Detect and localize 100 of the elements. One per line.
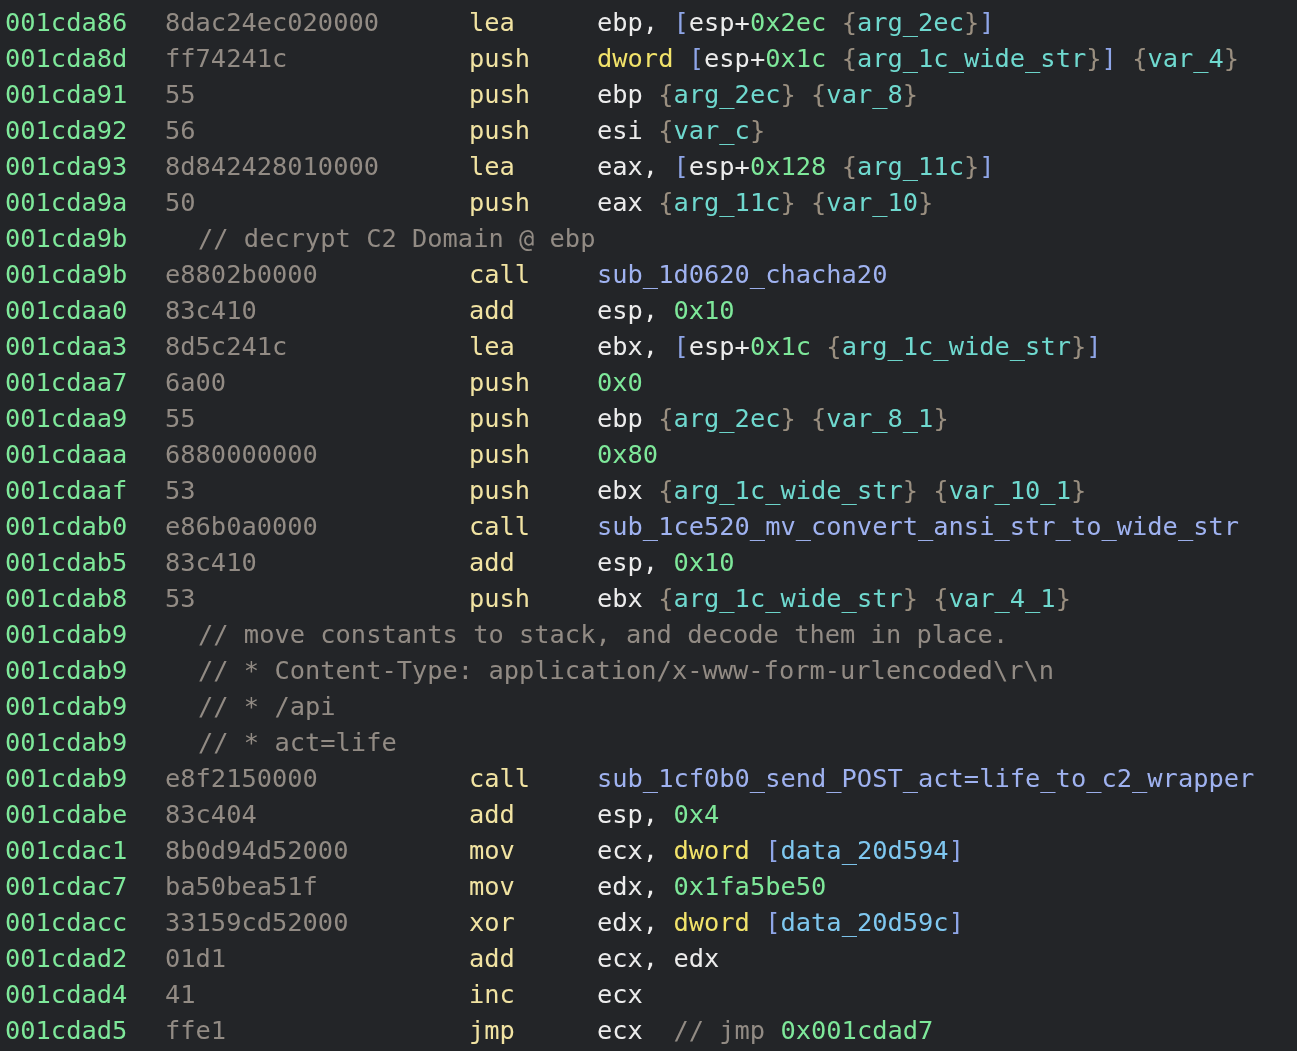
mnemonic-text: jmp bbox=[469, 1015, 515, 1045]
address-text: 001cdac1 bbox=[5, 835, 128, 865]
bytes-text: 8b0d94d52000 bbox=[165, 835, 349, 865]
mnemonic-text: mov bbox=[469, 835, 515, 865]
operand-text: 0x0 bbox=[597, 367, 643, 397]
bytes-text: 83c410 bbox=[165, 295, 257, 325]
operand-text: esi {var_c} bbox=[597, 115, 766, 145]
address-text: 001cdabe bbox=[5, 799, 128, 829]
mnemonic-text: push bbox=[469, 79, 531, 109]
mnemonic-text: push bbox=[469, 583, 531, 613]
address-text: 001cdab9 bbox=[5, 727, 128, 757]
address-text: 001cdaa7 bbox=[5, 367, 128, 397]
operand-text: ebx {arg_1c_wide_str} {var_4_1} bbox=[597, 583, 1071, 613]
address-text: 001cdaaf bbox=[5, 475, 128, 505]
operand-text: ebx {arg_1c_wide_str} {var_10_1} bbox=[597, 475, 1087, 505]
bytes-text: 6a00 bbox=[165, 367, 227, 397]
bytes-text: ba50bea51f bbox=[165, 871, 318, 901]
bytes-text: 55 bbox=[165, 403, 196, 433]
operand-text: esp, 0x10 bbox=[597, 295, 735, 325]
mnemonic-text: call bbox=[469, 763, 531, 793]
address-text: 001cda92 bbox=[5, 115, 128, 145]
bytes-text: 33159cd52000 bbox=[165, 907, 349, 937]
mnemonic-text: lea bbox=[469, 151, 515, 181]
mnemonic-text: push bbox=[469, 115, 531, 145]
operand-text: sub_1d0620_chacha20 bbox=[597, 259, 888, 289]
address-text: 001cdad5 bbox=[5, 1015, 128, 1045]
mnemonic-text: call bbox=[469, 511, 531, 541]
operand-text: edx, 0x1fa5be50 bbox=[597, 871, 827, 901]
bytes-text: ff74241c bbox=[165, 43, 288, 73]
bytes-text: 53 bbox=[165, 475, 196, 505]
address-text: 001cda93 bbox=[5, 151, 128, 181]
bytes-text: 8d5c241c bbox=[165, 331, 288, 361]
address-text: 001cdad4 bbox=[5, 979, 128, 1009]
mnemonic-text: mov bbox=[469, 871, 515, 901]
mnemonic-text: push bbox=[469, 475, 531, 505]
bytes-text: 83c404 bbox=[165, 799, 257, 829]
mnemonic-text: push bbox=[469, 403, 531, 433]
operand-text: ebx, [esp+0x1c {arg_1c_wide_str}] bbox=[597, 331, 1102, 361]
address-text: 001cdaa0 bbox=[5, 295, 128, 325]
operand-text: eax, [esp+0x128 {arg_11c}] bbox=[597, 151, 995, 181]
operand-text: 0x80 bbox=[597, 439, 659, 469]
operand-text: ebp {arg_2ec} {var_8_1} bbox=[597, 403, 949, 433]
bytes-text: 55 bbox=[165, 79, 196, 109]
mnemonic-text: xor bbox=[469, 907, 515, 937]
address-text: 001cdab9 bbox=[5, 655, 128, 685]
address-text: 001cdab0 bbox=[5, 511, 128, 541]
mnemonic-text: add bbox=[469, 943, 515, 973]
bytes-text: 41 bbox=[165, 979, 196, 1009]
mnemonic-text: push bbox=[469, 367, 531, 397]
comment-text: // decrypt C2 Domain @ ebp bbox=[198, 223, 596, 253]
operand-text: eax {arg_11c} {var_10} bbox=[597, 187, 934, 217]
address-text: 001cdab5 bbox=[5, 547, 128, 577]
address-text: 001cdac7 bbox=[5, 871, 128, 901]
bytes-text: 8d842428010000 bbox=[165, 151, 379, 181]
operand-text: esp, 0x4 bbox=[597, 799, 720, 829]
mnemonic-text: push bbox=[469, 187, 531, 217]
bytes-text: 6880000000 bbox=[165, 439, 318, 469]
bytes-text: e86b0a0000 bbox=[165, 511, 318, 541]
address-text: 001cda9b bbox=[5, 259, 128, 289]
address-text: 001cda9b bbox=[5, 223, 128, 253]
mnemonic-text: add bbox=[469, 295, 515, 325]
operand-text: ecx, edx bbox=[597, 943, 720, 973]
address-text: 001cda8d bbox=[5, 43, 128, 73]
bytes-text: 50 bbox=[165, 187, 196, 217]
address-text: 001cdab9 bbox=[5, 619, 128, 649]
comment-text: // move constants to stack, and decode them in place. bbox=[198, 619, 1009, 649]
operand-text: ebp, [esp+0x2ec {arg_2ec}] bbox=[597, 7, 995, 37]
bytes-text: ffe1 bbox=[165, 1015, 227, 1045]
operand-text: dword [esp+0x1c {arg_1c_wide_str}] {var_4} bbox=[597, 43, 1240, 73]
address-text: 001cdad2 bbox=[5, 943, 128, 973]
bytes-text: 83c410 bbox=[165, 547, 257, 577]
mnemonic-text: add bbox=[469, 547, 515, 577]
address-text: 001cda9a bbox=[5, 187, 128, 217]
mnemonic-text: push bbox=[469, 439, 531, 469]
address-text: 001cdacc bbox=[5, 907, 128, 937]
mnemonic-text: push bbox=[469, 43, 531, 73]
operand-text: ecx // jmp 0x001cdad7 bbox=[597, 1015, 934, 1045]
bytes-text: 53 bbox=[165, 583, 196, 613]
operand-text: edx, dword [data_20d59c] bbox=[597, 907, 964, 937]
operand-text: ecx bbox=[597, 979, 643, 1009]
address-text: 001cdaa3 bbox=[5, 331, 128, 361]
address-text: 001cda91 bbox=[5, 79, 128, 109]
comment-text: // * Content-Type: application/x-www-form-urlencoded\r\n bbox=[198, 655, 1055, 685]
operand-text: esp, 0x10 bbox=[597, 547, 735, 577]
bytes-text: 56 bbox=[165, 115, 196, 145]
address-text: 001cdaa9 bbox=[5, 403, 128, 433]
bytes-text: 01d1 bbox=[165, 943, 227, 973]
mnemonic-text: add bbox=[469, 799, 515, 829]
operand-text: sub_1ce520_mv_convert_ansi_str_to_wide_str bbox=[597, 511, 1240, 541]
bytes-text: e8802b0000 bbox=[165, 259, 318, 289]
address-text: 001cdaaa bbox=[5, 439, 128, 469]
operand-text: ecx, dword [data_20d594] bbox=[597, 835, 964, 865]
address-text: 001cda86 bbox=[5, 7, 128, 37]
comment-text: // * act=life bbox=[198, 727, 397, 757]
mnemonic-text: call bbox=[469, 259, 531, 289]
mnemonic-text: inc bbox=[469, 979, 515, 1009]
address-text: 001cdab8 bbox=[5, 583, 128, 613]
address-text: 001cdab9 bbox=[5, 691, 128, 721]
address-text: 001cdab9 bbox=[5, 763, 128, 793]
bytes-text: 8dac24ec020000 bbox=[165, 7, 379, 37]
